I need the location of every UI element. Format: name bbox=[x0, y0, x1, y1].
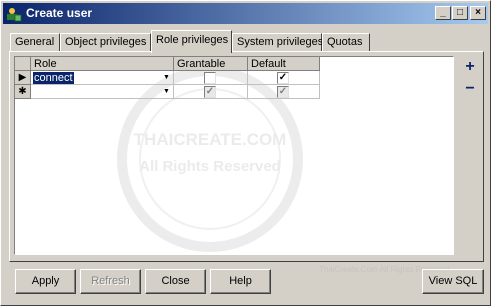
new-role-combo[interactable]: ▼ bbox=[31, 85, 174, 99]
tab-panel: THAICREATE.COM All Rights Reserved Role … bbox=[9, 51, 484, 262]
new-default-checkbox[interactable]: ✓ bbox=[277, 86, 289, 98]
default-cell: ✓ bbox=[248, 71, 320, 85]
tab-system-privileges[interactable]: System privileges bbox=[232, 33, 323, 52]
tab-object-privileges[interactable]: Object privileges bbox=[60, 33, 151, 52]
close-button[interactable]: Close bbox=[145, 269, 206, 294]
title-bar[interactable]: Create user _ □ × bbox=[3, 3, 488, 24]
watermark-line2: All Rights Reserved bbox=[139, 158, 281, 175]
view-sql-button[interactable]: View SQL bbox=[422, 269, 484, 294]
minimize-button[interactable]: _ bbox=[435, 6, 451, 20]
watermark-line1: THAICREATE.COM bbox=[134, 130, 287, 149]
dropdown-arrow-icon[interactable]: ▼ bbox=[161, 86, 172, 98]
tab-general[interactable]: General bbox=[10, 33, 60, 52]
role-grid[interactable]: THAICREATE.COM All Rights Reserved Role … bbox=[14, 56, 454, 255]
dropdown-arrow-icon[interactable]: ▼ bbox=[161, 72, 172, 84]
grantable-cell bbox=[174, 71, 248, 85]
refresh-button[interactable]: Refresh bbox=[80, 269, 141, 294]
window-title: Create user bbox=[26, 6, 93, 20]
default-checkbox[interactable]: ✓ bbox=[277, 72, 289, 84]
help-button[interactable]: Help bbox=[210, 269, 271, 294]
app-icon bbox=[7, 8, 22, 22]
maximize-button[interactable]: □ bbox=[452, 6, 468, 20]
apply-button[interactable]: Apply bbox=[15, 269, 76, 294]
grid-corner-header bbox=[15, 57, 31, 71]
create-user-window: Create user _ □ × General Object privile… bbox=[0, 0, 491, 306]
current-row-indicator: ▶ bbox=[15, 71, 31, 85]
new-row-indicator: ✱ bbox=[15, 85, 31, 99]
column-header-role[interactable]: Role bbox=[31, 57, 174, 71]
new-default-cell: ✓ bbox=[248, 85, 320, 99]
column-header-default[interactable]: Default bbox=[248, 57, 320, 71]
role-value: connect bbox=[33, 72, 74, 84]
role-combo[interactable]: connect ▼ bbox=[31, 71, 174, 85]
new-grantable-cell: ✓ bbox=[174, 85, 248, 99]
tab-role-privileges[interactable]: Role privileges bbox=[151, 30, 232, 53]
grantable-checkbox[interactable] bbox=[204, 72, 216, 84]
new-grantable-checkbox[interactable]: ✓ bbox=[204, 86, 216, 98]
tab-quotas[interactable]: Quotas bbox=[322, 33, 370, 52]
close-window-button[interactable]: × bbox=[470, 6, 486, 20]
add-row-button[interactable]: + bbox=[463, 59, 477, 75]
remove-row-button[interactable]: − bbox=[463, 81, 477, 97]
column-header-grantable[interactable]: Grantable bbox=[174, 57, 248, 71]
